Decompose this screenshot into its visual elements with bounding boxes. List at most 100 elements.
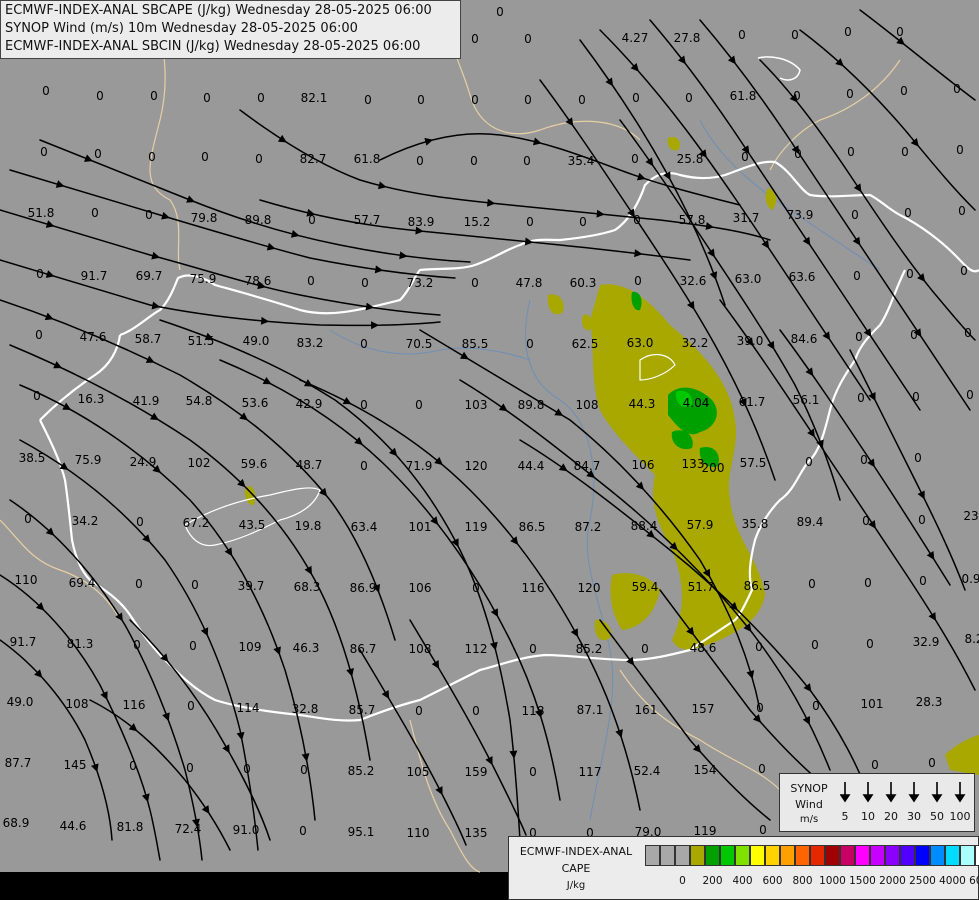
cape-legend-swatch xyxy=(930,845,945,866)
cape-value-label: 0 xyxy=(633,213,641,227)
cape-value-label: 87.2 xyxy=(575,520,602,534)
cape-value-label: 161 xyxy=(635,703,658,717)
cape-value-label: 42.9 xyxy=(296,397,323,411)
cape-legend-swatch xyxy=(675,845,690,866)
cape-value-label: 60.3 xyxy=(570,276,597,290)
cape-value-label: 32.8 xyxy=(292,702,319,716)
cape-value-label: 57.9 xyxy=(687,518,714,532)
cape-value-label: 68.9 xyxy=(3,816,30,830)
cape-value-label: 105 xyxy=(407,765,430,779)
cape-value-label: 47.8 xyxy=(516,276,543,290)
synop-arrows xyxy=(840,782,966,803)
cape-legend-swatch xyxy=(915,845,930,866)
cape-value-label: 89.8 xyxy=(518,398,545,412)
cape-value-label: 0 xyxy=(136,515,144,529)
map-title-wind: SYNOP Wind (m/s) 10m Wednesday 28-05-202… xyxy=(5,21,358,36)
cape-value-label: 0 xyxy=(36,267,44,281)
cape-value-label: 0 xyxy=(918,513,926,527)
cape-value-label: 88.4 xyxy=(631,519,658,533)
cape-value-label: 0 xyxy=(960,264,968,278)
cape-value-label: 108 xyxy=(66,697,89,711)
cape-value-label: 0 xyxy=(896,25,904,39)
cape-value-label: 0 xyxy=(203,91,211,105)
cape-value-label: 8.2 xyxy=(964,632,979,646)
synop-speed-30: 30 xyxy=(907,810,921,823)
cape-value-label: 0 xyxy=(496,5,504,19)
cape-value-label: 0 xyxy=(416,154,424,168)
cape-value-label: 118 xyxy=(522,704,545,718)
cape-value-label: 51.5 xyxy=(188,334,215,348)
cape-value-label: 86.9 xyxy=(350,581,377,595)
synop-legend-label: Wind xyxy=(795,798,823,811)
map-background xyxy=(0,0,979,900)
cape-value-label: 32.2 xyxy=(682,336,709,350)
cape-value-label: 52.4 xyxy=(634,764,661,778)
synop-speed-10: 10 xyxy=(861,810,875,823)
cape-value-label: 0 xyxy=(529,642,537,656)
cape-value-label: 120 xyxy=(578,581,601,595)
cape-value-label: 0 xyxy=(901,145,909,159)
cape-value-label: 114 xyxy=(237,701,260,715)
cape-legend-swatch xyxy=(690,845,705,866)
cape-legend-tick: 6000 xyxy=(969,875,979,887)
cape-legend-swatch xyxy=(720,845,735,866)
cape-value-label: 0 xyxy=(805,455,813,469)
weather-map[interactable]: 083.60004.2727.800000000082.1000000061.8… xyxy=(0,0,979,900)
cape-value-label: 57.8 xyxy=(679,213,706,227)
cape-value-label: 0 xyxy=(526,337,534,351)
cape-value-label: 0 xyxy=(148,150,156,164)
cape-value-label: 0 xyxy=(243,762,251,776)
cape-legend-swatch xyxy=(975,845,979,866)
cape-value-label: 0 xyxy=(33,389,41,403)
cape-value-label: 23 xyxy=(963,509,978,523)
cape-value-label: 89.8 xyxy=(245,213,272,227)
cape-value-label: 44.6 xyxy=(60,819,87,833)
cape-value-label: 0 xyxy=(866,637,874,651)
wind-arrowhead-icon xyxy=(931,794,943,803)
cape-value-label: 145 xyxy=(64,758,87,772)
cape-value-label: 63.0 xyxy=(735,272,762,286)
cape-value-label: 48.7 xyxy=(296,458,323,472)
cape-value-label: 0.9 xyxy=(961,572,979,586)
cape-value-label: 0 xyxy=(135,577,143,591)
cape-value-label: 0 xyxy=(360,398,368,412)
cape-value-label: 69.4 xyxy=(69,576,96,590)
cape-value-label: 0 xyxy=(300,763,308,777)
cape-legend-swatch xyxy=(735,845,750,866)
cape-value-label: 0 xyxy=(364,93,372,107)
cape-value-label: 85.2 xyxy=(576,642,603,656)
map-viewport[interactable]: 083.60004.2727.800000000082.1000000061.8… xyxy=(0,0,979,900)
cape-value-label: 0 xyxy=(523,154,531,168)
cape-legend-swatch xyxy=(765,845,780,866)
cape-value-label: 61.8 xyxy=(354,152,381,166)
cape-legend-swatch xyxy=(870,845,885,866)
cape-value-label: 0 xyxy=(579,215,587,229)
cape-value-label: 0 xyxy=(685,91,693,105)
cape-value-label: 0 xyxy=(24,512,32,526)
wind-arrowhead-icon xyxy=(908,794,920,803)
cape-value-label: 81.3 xyxy=(67,637,94,651)
cape-value-label: 91.7 xyxy=(10,635,37,649)
cape-value-label: 84.7 xyxy=(574,459,601,473)
cape-value-label: 159 xyxy=(465,765,488,779)
cape-value-label: 0 xyxy=(906,267,914,281)
cape-value-label: 85.2 xyxy=(348,764,375,778)
cape-value-label: 27.8 xyxy=(674,31,701,45)
cape-value-label: 43.5 xyxy=(239,518,266,532)
cape-value-label: 75.9 xyxy=(75,453,102,467)
cape-value-label: 57.7 xyxy=(354,213,381,227)
cape-value-label: 108 xyxy=(409,642,432,656)
cape-value-label: 0 xyxy=(417,93,425,107)
cape-value-label: 56.1 xyxy=(793,393,820,407)
cape-value-label: 0 xyxy=(755,640,763,654)
cape-legend-swatch xyxy=(795,845,810,866)
cape-value-label: 85.5 xyxy=(462,337,489,351)
cape-value-label: 82.7 xyxy=(300,152,327,166)
cape-value-label: 0 xyxy=(257,91,265,105)
synop-legend-unit: m/s xyxy=(799,814,819,825)
cape-value-label: 0 xyxy=(632,91,640,105)
cape-value-label: 39.7 xyxy=(238,579,265,593)
cape-value-label: 89.4 xyxy=(797,515,824,529)
cape-value-label: 58.7 xyxy=(135,332,162,346)
cape-value-label: 49.0 xyxy=(243,334,270,348)
